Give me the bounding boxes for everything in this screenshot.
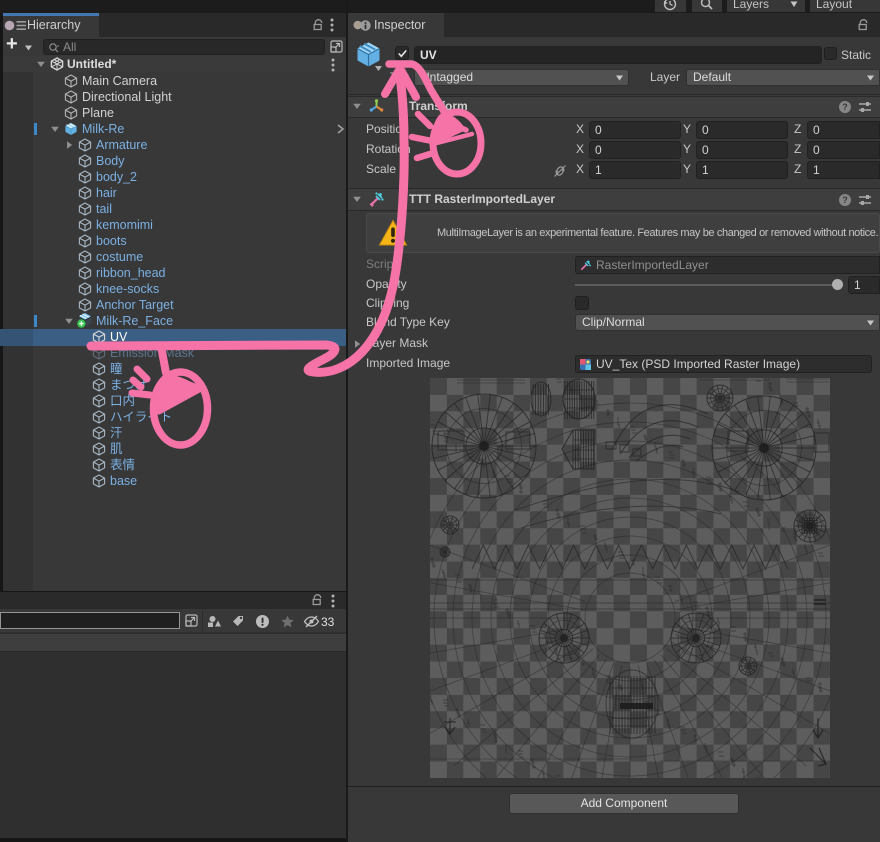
svg-text:?: ? <box>842 102 848 112</box>
svg-text:?: ? <box>842 195 848 205</box>
